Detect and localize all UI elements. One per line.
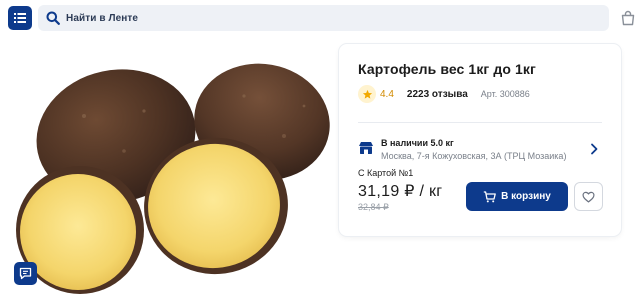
product-info-card: Картофель вес 1кг до 1кг 4.4 2223 отзыва… (339, 44, 621, 236)
availability-label: В наличии 5.0 кг (381, 138, 454, 148)
product-image-potatoes (16, 63, 330, 294)
rating-row: 4.4 2223 отзыва Арт. 300886 (358, 85, 530, 103)
top-bar: Найти в Ленте (0, 0, 640, 38)
shopping-bag-icon[interactable] (620, 10, 636, 26)
star-badge (358, 85, 376, 103)
reviews-link[interactable]: 2223 отзыва (407, 89, 468, 100)
product-title: Картофель вес 1кг до 1кг (358, 61, 536, 77)
store-address: Москва, 7-я Кожуховская, 3А (ТРЦ Мозаика… (381, 151, 567, 161)
loyalty-card-label: С Картой №1 (358, 168, 414, 178)
cart-icon (483, 190, 497, 202)
add-to-cart-button[interactable]: В корзину (466, 182, 568, 211)
search-placeholder: Найти в Ленте (66, 12, 139, 24)
chat-icon (19, 267, 32, 280)
star-icon (362, 89, 372, 99)
list-menu-icon (14, 13, 26, 23)
rating-value: 4.4 (380, 88, 394, 100)
favorite-button[interactable] (574, 182, 603, 211)
old-price: 32,84 ₽ (358, 202, 389, 212)
chevron-right-icon (591, 143, 598, 155)
chat-button[interactable] (14, 262, 37, 285)
price: 31,19 ₽ / кг (358, 183, 443, 200)
divider (358, 122, 602, 123)
search-icon (46, 11, 60, 25)
catalog-menu-button[interactable] (8, 6, 32, 30)
store-icon (359, 142, 373, 154)
article-number: Арт. 300886 (480, 89, 530, 99)
add-to-cart-label: В корзину (501, 191, 551, 202)
search-input[interactable]: Найти в Ленте (38, 5, 609, 31)
availability-store-row[interactable]: В наличии 5.0 кг Москва, 7-я Кожуховская… (358, 136, 606, 164)
heart-icon (582, 191, 595, 202)
